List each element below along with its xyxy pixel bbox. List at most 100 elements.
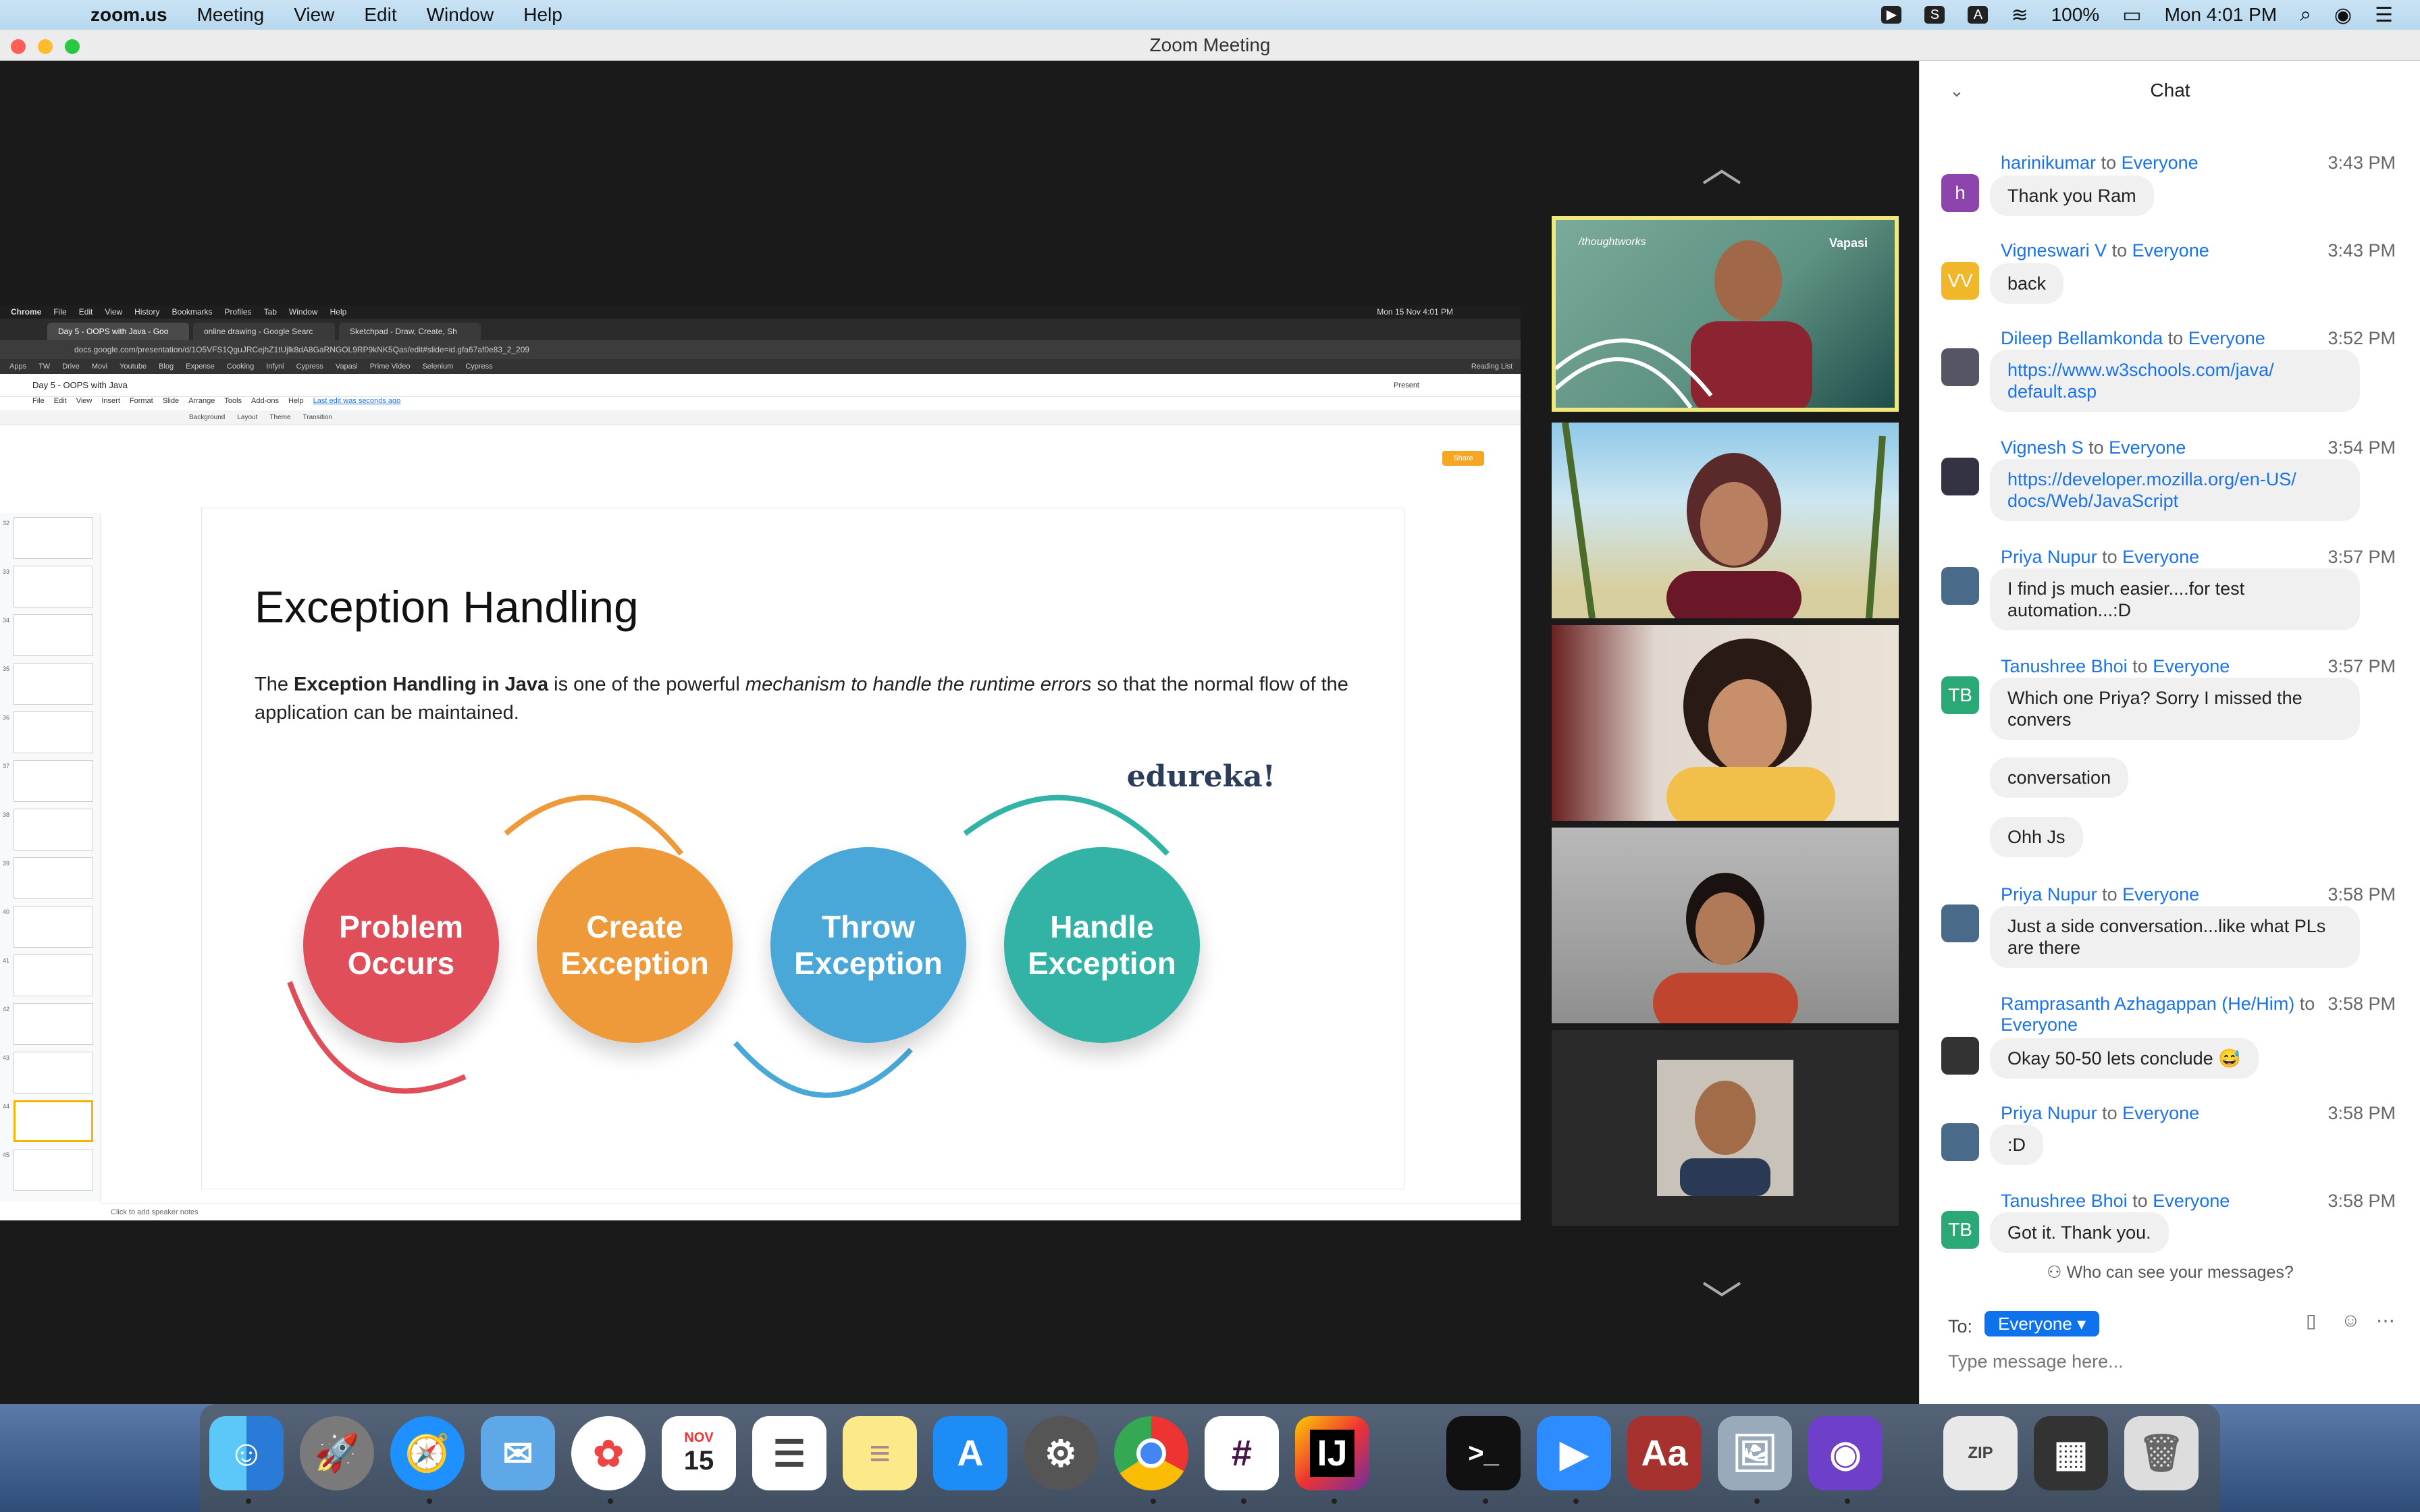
chat-sender[interactable]: Vignesh S: [2001, 437, 2084, 458]
participant-tile-2[interactable]: [1552, 423, 1899, 618]
chat-recipient: Everyone: [2132, 240, 2209, 261]
chat-sender[interactable]: Tanushree Bhoi: [2001, 1191, 2128, 1211]
recipient-dropdown[interactable]: Everyone ▾: [1984, 1311, 2100, 1336]
thumbnail-number: 40: [3, 909, 10, 915]
chat-sender[interactable]: Vigneswari V: [2001, 240, 2107, 261]
chat-recipient: Everyone: [2122, 547, 2200, 567]
chat-sender[interactable]: Dileep Bellamkonda: [2001, 328, 2163, 348]
menu-meeting[interactable]: Meeting: [197, 4, 265, 26]
close-window-button[interactable]: [11, 39, 26, 54]
terminal-label: >_: [1468, 1438, 1499, 1468]
person-icon: ⚇: [2047, 1263, 2067, 1282]
launchpad-icon[interactable]: 🚀: [300, 1416, 374, 1490]
system-preferences-icon[interactable]: ⚙: [1024, 1416, 1098, 1490]
chat-message-text: Ohh Js: [1990, 817, 2083, 857]
slides-menu-item: Arrange: [188, 397, 215, 405]
shared-tab: online drawing - Google Searc: [193, 323, 335, 340]
chat-message-input[interactable]: [1948, 1351, 2394, 1372]
chat-to-word: to: [2132, 1191, 2148, 1211]
maximize-window-button[interactable]: [65, 39, 80, 54]
slides-menu-item: File: [32, 397, 45, 405]
participant-video: [1666, 639, 1835, 821]
participant-tile-5[interactable]: [1552, 1030, 1899, 1226]
chat-link[interactable]: https://www.w3schools.com/java/ default.…: [1990, 350, 2360, 412]
chat-sender[interactable]: harinikumar: [2001, 153, 2096, 173]
who-can-see-link[interactable]: ⚇ Who can see your messages?: [1920, 1262, 2420, 1282]
participant-tile-thoughtworks[interactable]: /thoughtworks Vapasi: [1552, 216, 1899, 412]
avatar: TB: [1941, 676, 1979, 714]
slides-menu-item: Slide: [162, 397, 180, 405]
scroll-down-arrow-icon[interactable]: ﹀: [1702, 1269, 1742, 1328]
menu-help[interactable]: Help: [523, 4, 562, 26]
reminders-icon[interactable]: ☰: [752, 1416, 826, 1490]
thumbnail-number: 36: [3, 714, 10, 721]
running-indicator: [1483, 1498, 1488, 1504]
photos-icon[interactable]: ✿: [571, 1416, 646, 1490]
chat-sender[interactable]: Tanushree Bhoi: [2001, 656, 2128, 676]
menu-edit[interactable]: Edit: [364, 4, 396, 26]
participant-tile-4[interactable]: [1552, 828, 1899, 1023]
slack-icon[interactable]: #: [1205, 1416, 1279, 1490]
chat-sender[interactable]: Priya Nupur: [2001, 884, 2097, 905]
archive-icon[interactable]: ZIP: [1943, 1416, 2018, 1490]
thumbnail-number: 33: [3, 568, 10, 575]
chat-sender[interactable]: Ramprasanth Azhagappan (He/Him): [2001, 994, 2294, 1014]
chat-recipient: Everyone: [2153, 656, 2230, 676]
present-button: Present: [1394, 381, 1419, 389]
dock: ☺ 🚀 🧭 ✉ ✿ NOV 15 ☰ ≡ A ⚙ # IJ >_ ▶ Aa 🖼 …: [200, 1404, 2220, 1512]
calendar-icon[interactable]: NOV 15: [662, 1416, 736, 1490]
github-desktop-icon[interactable]: ◉: [1808, 1416, 1883, 1490]
input-source-icon[interactable]: A: [1968, 6, 1989, 24]
slides-menu: File Edit View Insert Format Slide Arran…: [0, 397, 1521, 410]
chat-sender[interactable]: Priya Nupur: [2001, 547, 2097, 567]
battery-percent: 100%: [2051, 4, 2100, 25]
siri-icon[interactable]: ◉: [2334, 3, 2352, 27]
wifi-icon[interactable]: ≋: [2011, 3, 2028, 27]
flow-step-line2: Exception: [794, 946, 943, 981]
participant-tile-3[interactable]: [1552, 625, 1899, 821]
trash-icon[interactable]: 🗑: [2124, 1416, 2199, 1490]
slide-body: The Exception Handling in Java is one of…: [255, 670, 1362, 727]
skype-status-icon[interactable]: S: [1924, 6, 1945, 24]
window-title: Zoom Meeting: [1149, 34, 1271, 55]
clock[interactable]: Mon 4:01 PM: [2165, 4, 2278, 26]
chat-sender[interactable]: Priya Nupur: [2001, 1103, 2097, 1123]
dictionary-icon[interactable]: Aa: [1627, 1416, 1702, 1490]
more-icon[interactable]: ⋯: [2376, 1310, 2395, 1332]
spotlight-search-icon[interactable]: ⌕: [2300, 3, 2311, 26]
terminal-icon[interactable]: >_: [1446, 1416, 1521, 1490]
bookmark: Movi: [91, 362, 108, 371]
chat-message-text: conversation: [1990, 757, 2129, 798]
intellij-label: IJ: [1310, 1430, 1354, 1477]
scroll-up-arrow-icon[interactable]: ︿: [1702, 135, 1742, 194]
chat-link[interactable]: https://developer.mozilla.org/en-US/ doc…: [1990, 459, 2360, 521]
bookmark: Reading List: [1471, 362, 1512, 371]
menu-app-name[interactable]: zoom.us: [90, 4, 167, 26]
shared-menu-item: Help: [330, 307, 347, 317]
toolbar-item: Transition: [302, 414, 333, 421]
app-store-icon[interactable]: A: [933, 1416, 1007, 1490]
finder-icon[interactable]: ☺: [209, 1416, 284, 1490]
intellij-icon[interactable]: IJ: [1295, 1416, 1369, 1490]
file-icon[interactable]: ▯: [2306, 1310, 2316, 1332]
control-center-icon[interactable]: ☰: [2375, 3, 2393, 27]
emoji-icon[interactable]: ☺: [2341, 1310, 2361, 1331]
mail-icon[interactable]: ✉: [481, 1416, 555, 1490]
notes-icon[interactable]: ≡: [843, 1416, 917, 1490]
chat-timestamp: 3:43 PM: [2327, 153, 2396, 173]
slide-thumbnail: [14, 517, 93, 559]
safari-icon[interactable]: 🧭: [390, 1416, 465, 1490]
battery-icon[interactable]: ▭: [2122, 3, 2141, 27]
toolbar-item: Background: [189, 414, 226, 421]
chrome-icon[interactable]: [1114, 1416, 1188, 1490]
slide-thumbnail: [14, 1003, 93, 1045]
menu-view[interactable]: View: [294, 4, 334, 26]
preview-icon[interactable]: 🖼: [1718, 1416, 1792, 1490]
downloads-stack-icon[interactable]: ▦: [2034, 1416, 2108, 1490]
flow-step-line1: Create: [586, 909, 683, 944]
zoom-status-icon[interactable]: ▶: [1881, 6, 1902, 24]
shared-screen[interactable]: Chrome File Edit View History Bookmarks …: [0, 305, 1521, 1220]
zoom-icon[interactable]: ▶: [1537, 1416, 1611, 1490]
minimize-window-button[interactable]: [38, 39, 53, 54]
menu-window[interactable]: Window: [427, 4, 494, 26]
